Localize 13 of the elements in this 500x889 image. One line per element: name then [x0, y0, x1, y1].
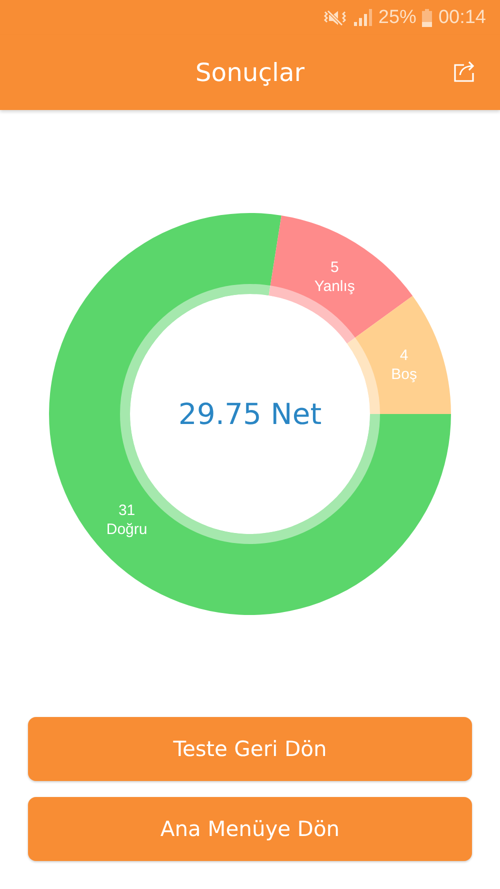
menu-button[interactable]: Teste Geri Dön [28, 717, 472, 781]
signal-icon [354, 9, 372, 26]
mute-icon [322, 8, 348, 26]
slice-label: 4 Boş [391, 346, 417, 382]
screen-title: Sonuçlar [195, 58, 305, 87]
slice-label: 5 Yanlış [314, 258, 355, 294]
slice-label: 31 Doğru [106, 502, 148, 538]
clock-time: 00:14 [438, 6, 486, 28]
battery-icon [422, 8, 432, 26]
net-score: 29.75 Net [178, 396, 322, 430]
menu-button[interactable]: Ana Menüye Dön [28, 797, 472, 861]
share-icon[interactable] [454, 60, 476, 82]
battery-percent: 25% [378, 6, 416, 28]
